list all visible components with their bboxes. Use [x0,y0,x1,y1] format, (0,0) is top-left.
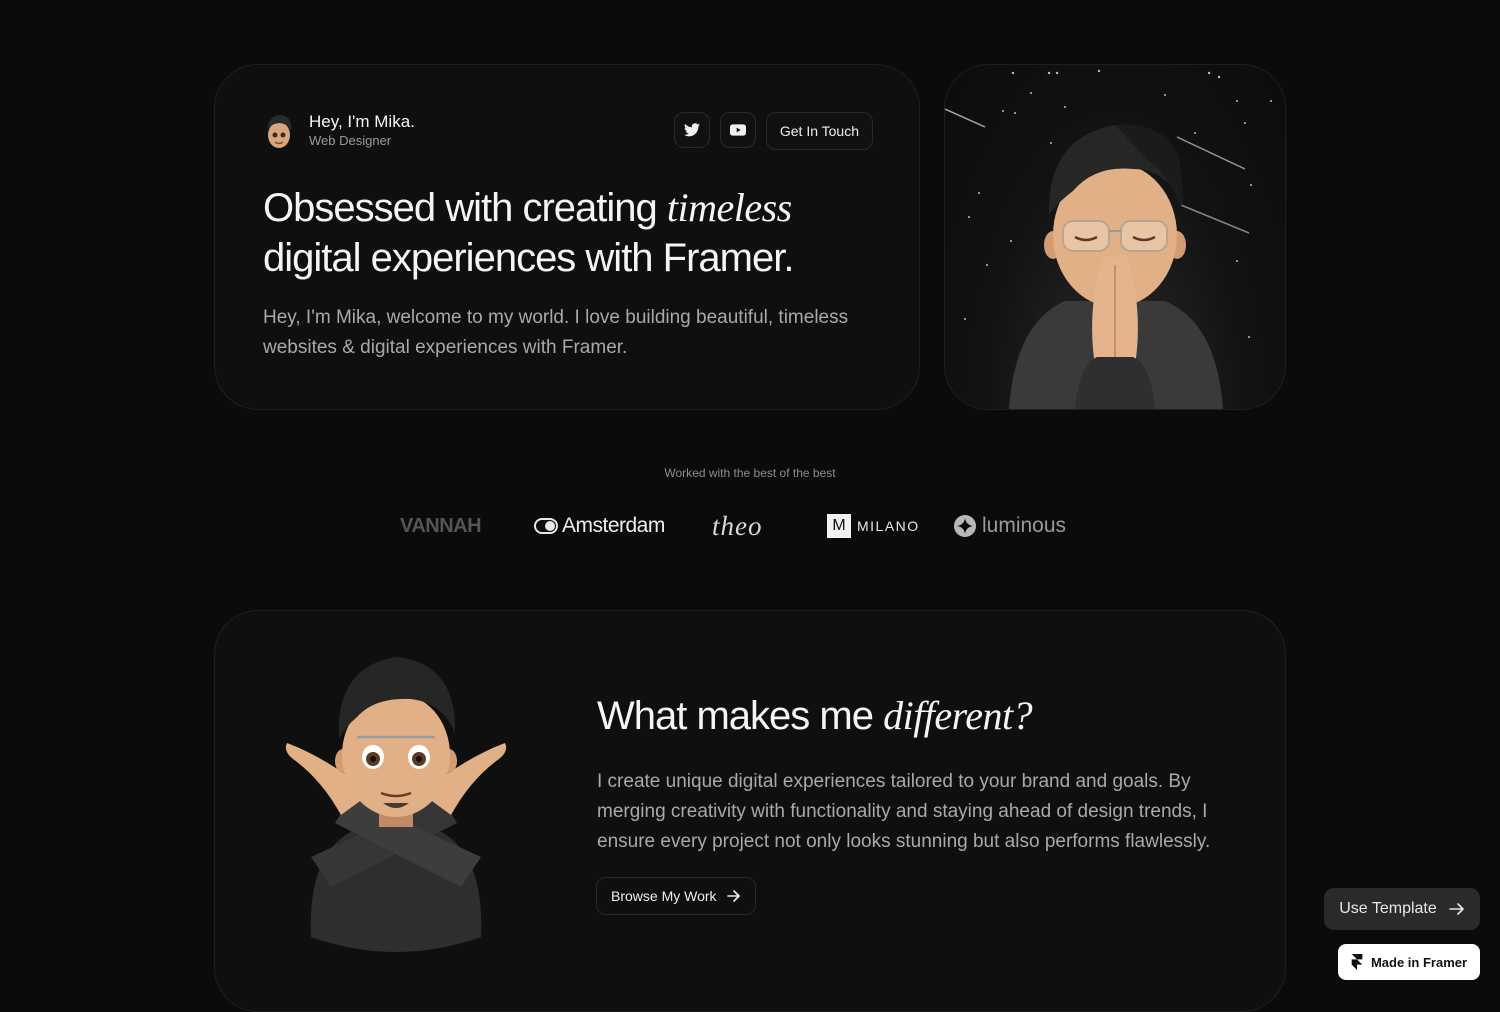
use-template-label: Use Template [1339,900,1437,917]
client-logo-milano: M MILANO [827,508,920,544]
client-logo-luminous-text: luminous [982,514,1067,537]
avatar-card [944,64,1286,410]
client-logos: VANNAH Amsterdam theo M MILANO luminous [400,508,1080,544]
profile-avatar [267,115,292,148]
hero-title: Obsessed with creating timeless digital … [263,183,883,283]
hero-title-start: Obsessed with creating [263,186,667,230]
milano-badge-icon: M [827,514,851,538]
praying-avatar-illustration [945,69,1272,409]
use-template-button[interactable]: Use Template [1324,888,1480,930]
client-logo-milano-text: MILANO [857,518,920,534]
profile: Hey, I'm Mika. Web Designer [263,111,415,151]
client-logo-theo-text: theo [712,510,763,541]
difference-title-start: What makes me [597,694,884,738]
social-actions: Get In Touch [673,112,873,150]
difference-card: What makes me different? I create unique… [214,610,1286,1012]
hero-card: Hey, I'm Mika. Web Designer Get In Touch… [214,64,920,410]
client-logo-vannah: VANNAH [400,508,482,544]
browse-my-work-button[interactable]: Browse My Work [596,877,756,915]
profile-name: Hey, I'm Mika. [309,112,415,131]
difference-title: What makes me different? [597,691,1033,741]
get-in-touch-button[interactable]: Get In Touch [765,112,873,150]
hero-title-end: digital experiences with Framer. [263,236,794,280]
client-logo-amsterdam: Amsterdam [534,508,665,544]
amsterdam-mark-icon [534,518,558,534]
difference-title-emphasis: different? [883,693,1033,738]
client-logo-theo: theo [712,508,763,544]
made-in-framer-badge[interactable]: Made in Framer [1338,944,1480,980]
client-logo-amsterdam-text: Amsterdam [562,514,665,537]
crossed-arms-avatar-illustration [285,657,507,952]
made-in-framer-label: Made in Framer [1370,954,1468,970]
twitter-button[interactable] [673,112,710,148]
arrow-right-icon [1448,903,1464,915]
client-logo-luminous: luminous [954,508,1066,544]
profile-role: Web Designer [309,133,392,148]
client-logo-vannah-text: VANNAH [400,514,482,537]
twitter-icon [683,123,700,137]
browse-my-work-label: Browse My Work [611,888,717,904]
clients-label: Worked with the best of the best [664,466,836,480]
arrow-right-icon [726,890,740,902]
youtube-button[interactable] [719,112,756,148]
hero-description: Hey, I'm Mika, welcome to my world. I lo… [263,307,849,358]
difference-description: I create unique digital experiences tail… [597,771,1211,852]
framer-icon [1351,954,1363,970]
luminous-star-icon [954,515,976,537]
youtube-icon [729,124,746,136]
hero-title-emphasis: timeless [666,185,792,230]
